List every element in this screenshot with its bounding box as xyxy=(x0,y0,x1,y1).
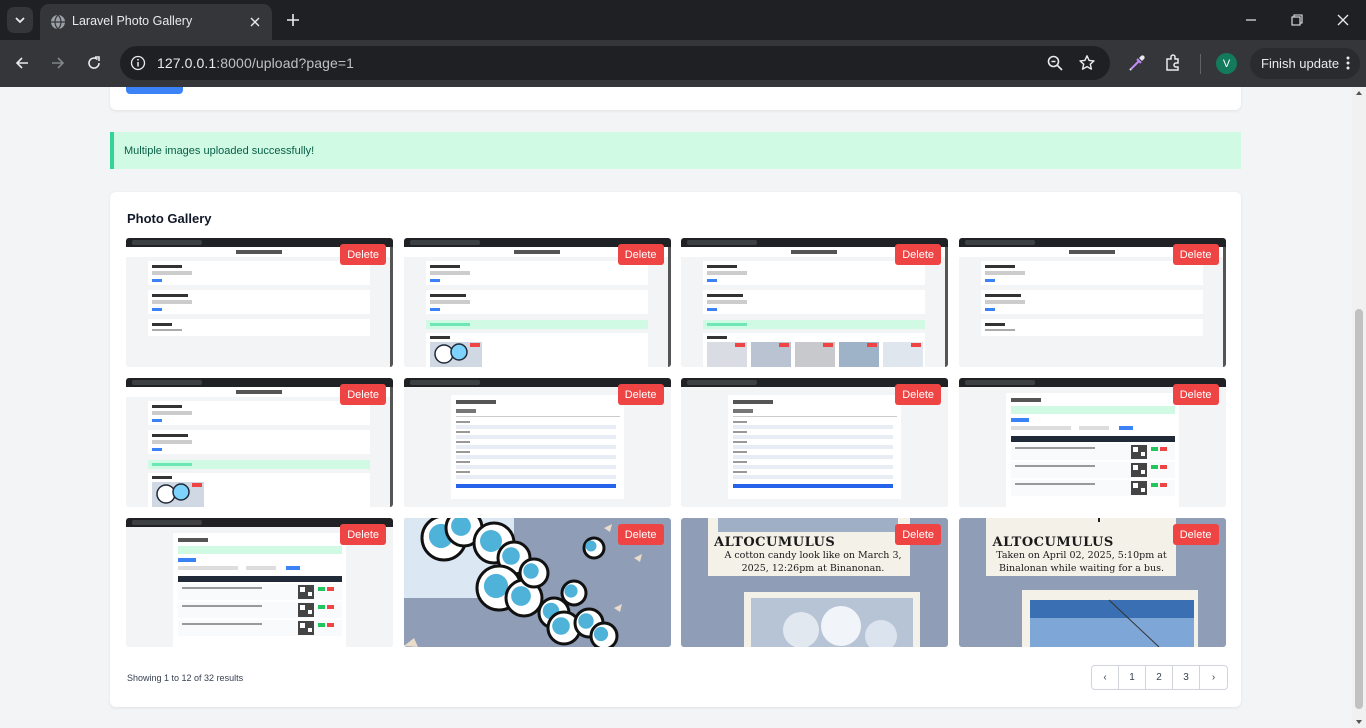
gallery-photo: ALTOCUMULUS A cotton candy look like on M… xyxy=(681,518,948,647)
note-text: Taken on April 02, 2025, 5:10pm at Binal… xyxy=(996,550,1167,574)
delete-button[interactable]: Delete xyxy=(617,384,664,405)
tab-search-button[interactable] xyxy=(7,7,33,33)
delete-button[interactable]: Delete xyxy=(895,244,941,265)
url-path: :8000/upload?page=1 xyxy=(216,55,355,71)
gallery-photo: Delete xyxy=(403,238,671,367)
delete-button[interactable]: Delete xyxy=(617,244,664,265)
restore-button[interactable] xyxy=(1287,10,1307,30)
delete-button[interactable]: Delete xyxy=(1172,384,1219,405)
tab-title: Laravel Photo Gallery xyxy=(72,14,193,28)
arrow-right-icon xyxy=(52,57,65,69)
gallery-photo: Delete xyxy=(681,378,948,507)
gallery-title: Photo Gallery xyxy=(127,211,212,226)
delete-button[interactable]: Delete xyxy=(1172,524,1219,545)
delete-button[interactable]: Delete xyxy=(617,524,664,545)
pagination-prev[interactable]: ‹ xyxy=(1092,666,1119,689)
scroll-up-arrow[interactable] xyxy=(1356,91,1362,95)
results-summary: Showing 1 to 12 of 32 results xyxy=(127,673,244,683)
minimize-icon xyxy=(1246,19,1256,21)
photo-gallery-card: Photo Gallery Delete Delete Delete Delete De… xyxy=(110,192,1241,707)
note-heading: ALTOCUMULUS xyxy=(992,535,1114,550)
gallery-photo: Delete xyxy=(403,518,671,647)
note-heading: ALTOCUMULUS xyxy=(714,535,836,550)
pagination-page-2[interactable]: 2 xyxy=(1146,666,1173,689)
url-text: 127.0.0.1:8000/upload?page=1 xyxy=(157,55,354,71)
address-bar[interactable]: 127.0.0.1:8000/upload?page=1 xyxy=(120,46,1110,80)
restore-icon xyxy=(1291,14,1303,26)
delete-button[interactable]: Delete xyxy=(895,524,941,545)
toolbar-separator xyxy=(1200,54,1201,74)
arrow-left-icon xyxy=(15,57,28,69)
browser-toolbar: 127.0.0.1:8000/upload?page=1 V Finish up… xyxy=(0,40,1366,87)
profile-avatar[interactable]: V xyxy=(1216,53,1237,74)
extensions-icon[interactable] xyxy=(1163,53,1183,73)
gallery-photo: Delete xyxy=(126,378,393,507)
browser-tab[interactable]: Laravel Photo Gallery xyxy=(40,4,272,40)
gallery-photo: ALTOCUMULUS Taken on April 02, 2025, 5:10… xyxy=(958,518,1226,647)
scroll-down-arrow[interactable] xyxy=(1356,720,1362,724)
eyedropper-icon[interactable] xyxy=(1127,53,1147,73)
upload-card xyxy=(110,87,1241,110)
page-content: Multiple images uploaded successfully! P… xyxy=(0,87,1352,728)
delete-button[interactable]: Delete xyxy=(1172,244,1219,265)
plus-icon xyxy=(287,14,299,26)
gallery-photo: Delete xyxy=(126,238,393,367)
reload-icon xyxy=(88,56,100,69)
success-alert: Multiple images uploaded successfully! xyxy=(110,132,1241,169)
pagination: ‹ 1 2 3 › xyxy=(1091,665,1228,690)
finish-update-label: Finish update xyxy=(1261,56,1340,71)
delete-button[interactable]: Delete xyxy=(895,384,941,405)
new-tab-button[interactable] xyxy=(283,10,303,30)
note-text: A cotton candy look like on March 3, 202… xyxy=(724,550,902,574)
tab-close-button[interactable] xyxy=(246,13,264,31)
chevron-down-icon xyxy=(15,17,25,24)
globe-icon xyxy=(51,14,65,30)
url-host: 127.0.0.1 xyxy=(157,55,217,71)
finish-update-button[interactable]: Finish update xyxy=(1250,48,1360,79)
close-window-button[interactable] xyxy=(1333,10,1353,30)
back-button[interactable] xyxy=(11,52,33,74)
gallery-photo: Delete xyxy=(403,378,671,507)
page-scrollbar[interactable] xyxy=(1352,87,1366,728)
close-icon xyxy=(250,17,260,27)
gallery-photo: Delete xyxy=(958,238,1226,367)
scroll-thumb[interactable] xyxy=(1355,309,1363,709)
close-icon xyxy=(1337,14,1349,26)
bookmark-star-icon[interactable] xyxy=(1078,54,1096,72)
delete-button[interactable]: Delete xyxy=(340,524,386,545)
forward-button[interactable] xyxy=(47,52,69,74)
browser-tab-bar: Laravel Photo Gallery xyxy=(0,0,1366,40)
gallery-photo: Delete xyxy=(958,378,1226,507)
minimize-button[interactable] xyxy=(1241,10,1261,30)
delete-button[interactable]: Delete xyxy=(340,244,386,265)
site-info-icon[interactable] xyxy=(130,55,146,71)
delete-button[interactable]: Delete xyxy=(340,384,386,405)
zoom-icon[interactable] xyxy=(1046,54,1064,72)
pagination-next[interactable]: › xyxy=(1200,666,1227,689)
upload-submit-button[interactable] xyxy=(126,87,183,94)
gallery-photo: Delete xyxy=(126,518,393,647)
pagination-page-3[interactable]: 3 xyxy=(1173,666,1200,689)
gallery-photo: Delete xyxy=(681,238,948,367)
more-vertical-icon xyxy=(1346,56,1350,70)
pagination-page-1[interactable]: 1 xyxy=(1119,666,1146,689)
reload-button[interactable] xyxy=(83,52,105,74)
